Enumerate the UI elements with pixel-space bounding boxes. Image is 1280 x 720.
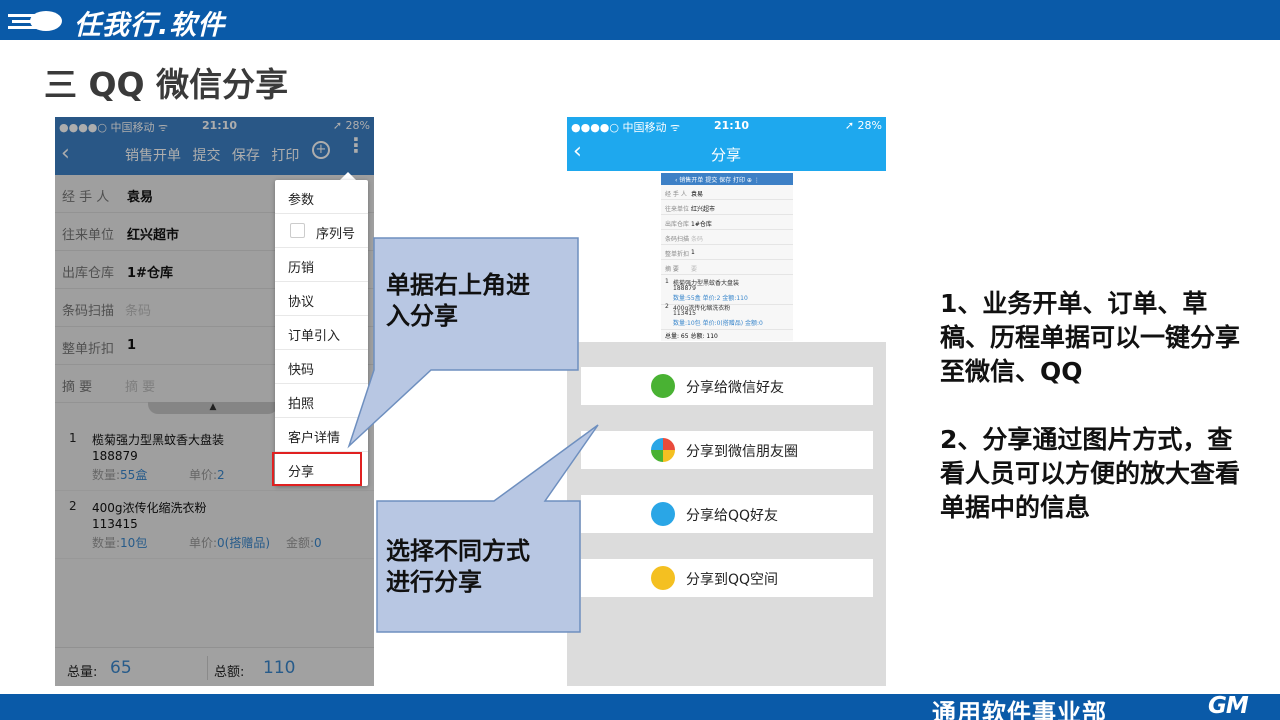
preview-row: 经 手 人袁易: [661, 185, 793, 200]
nav-title: 分享: [711, 146, 742, 164]
share-label: 分享给QQ好友: [686, 508, 779, 524]
battery-indicator: ➚ 28%: [844, 119, 882, 132]
menu-item-params[interactable]: 参数: [275, 180, 368, 214]
menu-item-serial[interactable]: 序列号: [275, 214, 368, 248]
share-label: 分享到QQ空间: [686, 572, 779, 588]
note-1: 1、业务开单、订单、草稿、历程单据可以一键分享至微信、QQ: [940, 289, 1241, 386]
checkbox[interactable]: [290, 223, 305, 238]
note-2: 2、分享通过图片方式，查看人员可以方便的放大查看单据中的信息: [940, 425, 1241, 522]
share-wechat-friend-button[interactable]: 分享给微信好友: [581, 367, 873, 405]
share-wechat-moments-button[interactable]: 分享到微信朋友圈: [581, 431, 873, 469]
top-banner: 任我行.软件: [0, 0, 1280, 41]
phone-screen-share: ●●●●○ 中国移动 ᯤ 21:10 ➚ 28% ‹ 分享 ‹ 销售开单 提交 …: [567, 117, 886, 686]
preview-image: ‹ 销售开单 提交 保存 打印 ⊕ ⋮ 经 手 人袁易 往来单位 红兴超市 出库仓…: [661, 173, 793, 341]
qzone-star-icon: [651, 566, 675, 590]
menu-item-import-order[interactable]: 订单引入: [275, 316, 368, 350]
nav-bar: ‹ 分享: [567, 135, 886, 171]
bottom-banner: 通用软件事业部 GM: [0, 693, 1280, 720]
department-name: 通用软件事业部: [932, 699, 1107, 720]
notes-text: 1、业务开单、订单、草稿、历程单据可以一键分享至微信、QQ 2、分享通过图片方式…: [940, 287, 1250, 559]
menu-item-customer-details[interactable]: 客户详情: [275, 418, 368, 452]
back-arrow-icon[interactable]: ‹: [573, 139, 582, 164]
preview-row: 条码扫描 条码: [661, 230, 793, 245]
slide-title: 三 QQ 微信分享: [44, 65, 289, 104]
preview-total: 总量: 65 总额: 110: [665, 333, 718, 340]
share-qq-friend-button[interactable]: 分享给QQ好友: [581, 495, 873, 533]
more-dropdown-menu: 参数 序列号 历销 协议 订单引入 快码 拍照 客户详情 分享: [275, 180, 368, 486]
gm-logo: GM: [1208, 693, 1249, 719]
menu-item-history[interactable]: 历销: [275, 248, 368, 282]
logo-swoosh-icon: [8, 11, 62, 31]
callout-bottom-text: 选择不同方式 进行分享: [386, 537, 530, 596]
share-highlight-box: [272, 452, 362, 486]
preview-nav: ‹ 销售开单 提交 保存 打印 ⊕ ⋮: [661, 173, 793, 185]
status-time: 21:10: [714, 119, 750, 132]
preview-row: 出库仓库 1#仓库: [661, 215, 793, 230]
share-label: 分享给微信好友: [686, 380, 784, 396]
preview-row: 摘 要要: [661, 260, 793, 275]
wechat-icon: [651, 374, 675, 398]
preview-row: 整单折扣 1: [661, 245, 793, 260]
preview-row: 往来单位 红兴超市: [661, 200, 793, 215]
callout-bottom-shape: [376, 424, 599, 633]
menu-item-agreement[interactable]: 协议: [275, 282, 368, 316]
menu-caret: [340, 172, 356, 180]
preview-item: 2 400g浓传化缩洗衣粉 113415 数量:10包 单价:0(搭赠品) 金额:0: [661, 300, 793, 330]
menu-item-quick-code[interactable]: 快码: [275, 350, 368, 384]
company-logo-text: 任我行.软件: [74, 10, 226, 41]
callout-top-text: 单据右上角进 入分享: [386, 271, 530, 330]
share-qzone-button[interactable]: 分享到QQ空间: [581, 559, 873, 597]
moments-icon: [651, 438, 675, 462]
qq-icon: [651, 502, 675, 526]
share-preview: ‹ 销售开单 提交 保存 打印 ⊕ ⋮ 经 手 人袁易 往来单位 红兴超市 出库仓…: [567, 171, 886, 342]
status-bar: ●●●●○ 中国移动 ᯤ 21:10 ➚ 28%: [567, 117, 886, 135]
menu-item-photo[interactable]: 拍照: [275, 384, 368, 418]
carrier-signal: ●●●●○ 中国移动 ᯤ: [571, 121, 681, 134]
share-label: 分享到微信朋友圈: [686, 444, 798, 460]
